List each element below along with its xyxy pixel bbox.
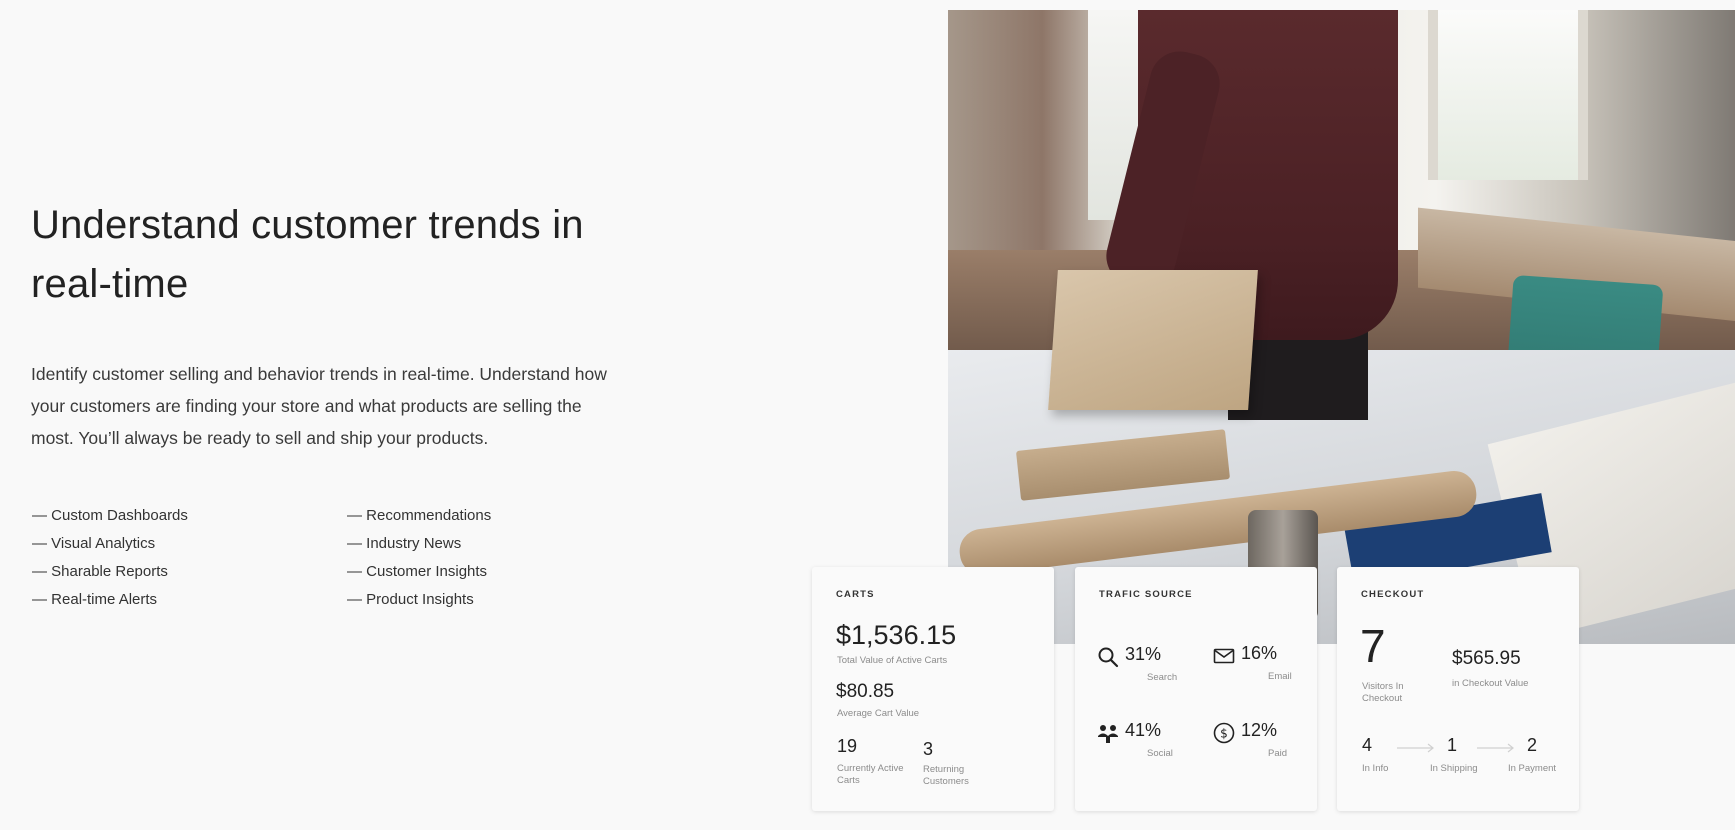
in-shipping-label: In Shipping xyxy=(1430,763,1478,774)
search-icon xyxy=(1098,647,1119,668)
active-carts-label: Currently Active Carts xyxy=(837,763,904,786)
returning-customers-count: 3 xyxy=(923,739,934,759)
visitors-in-checkout-label: Visitors In Checkout xyxy=(1362,681,1404,704)
dollar-circle-icon: $ xyxy=(1213,722,1235,744)
feature-item: Recommendations xyxy=(347,502,491,530)
search-percent: 31% xyxy=(1125,644,1162,664)
feature-item: Product Insights xyxy=(347,586,491,614)
total-cart-value-label: Total Value of Active Carts xyxy=(837,655,948,666)
feature-item: Industry News xyxy=(347,530,491,558)
in-info-count: 4 xyxy=(1362,735,1373,755)
feature-item: Real-time Alerts xyxy=(32,586,188,614)
in-payment-label: In Payment xyxy=(1508,763,1557,774)
feature-column-1: Custom Dashboards Visual Analytics Shara… xyxy=(32,502,188,614)
people-icon xyxy=(1098,725,1118,743)
average-cart-value: $80.85 xyxy=(836,681,895,702)
checkout-value-label: in Checkout Value xyxy=(1452,678,1529,689)
social-percent: 41% xyxy=(1125,720,1162,740)
arrow-right-icon xyxy=(1397,743,1434,753)
paid-percent: 12% xyxy=(1241,720,1278,740)
social-label: Social xyxy=(1147,748,1173,759)
hero-photo xyxy=(948,10,1735,644)
page: Understand customer trends in real-time … xyxy=(0,0,1735,830)
hero-description: Identify customer selling and behavior t… xyxy=(31,364,607,448)
feature-column-2: Recommendations Industry News Customer I… xyxy=(347,502,491,614)
total-cart-value: $1,536.15 xyxy=(836,620,957,650)
search-label: Search xyxy=(1147,672,1178,683)
arrow-right-icon xyxy=(1477,743,1514,753)
in-payment-count: 2 xyxy=(1527,735,1538,755)
traffic-source-card: TRAFIC SOURCE 31% Search 16% Email 41% S… xyxy=(1075,567,1317,811)
email-percent: 16% xyxy=(1241,643,1278,663)
returning-customers-label: Returning Customers xyxy=(923,764,969,787)
checkout-value: $565.95 xyxy=(1452,648,1521,669)
envelope-icon xyxy=(1213,648,1235,664)
card-title: CHECKOUT xyxy=(1361,589,1425,600)
hero-title: Understand customer trends in real-time xyxy=(31,203,584,306)
feature-item: Visual Analytics xyxy=(32,530,188,558)
checkout-card: CHECKOUT 7 Visitors In Checkout $565.95 … xyxy=(1337,567,1579,811)
visitors-in-checkout: 7 xyxy=(1360,620,1386,672)
active-carts-count: 19 xyxy=(837,736,858,756)
paid-label: Paid xyxy=(1268,748,1288,759)
in-info-label: In Info xyxy=(1362,763,1389,774)
feature-item: Sharable Reports xyxy=(32,558,188,586)
card-title: CARTS xyxy=(836,589,875,600)
email-label: Email xyxy=(1268,671,1292,682)
feature-item: Customer Insights xyxy=(347,558,491,586)
in-shipping-count: 1 xyxy=(1447,735,1458,755)
svg-text:$: $ xyxy=(1220,727,1228,741)
card-title: TRAFIC SOURCE xyxy=(1099,589,1193,600)
average-cart-value-label: Average Cart Value xyxy=(837,708,920,719)
feature-item: Custom Dashboards xyxy=(32,502,188,530)
carts-card: CARTS $1,536.15 Total Value of Active Ca… xyxy=(812,567,1054,811)
